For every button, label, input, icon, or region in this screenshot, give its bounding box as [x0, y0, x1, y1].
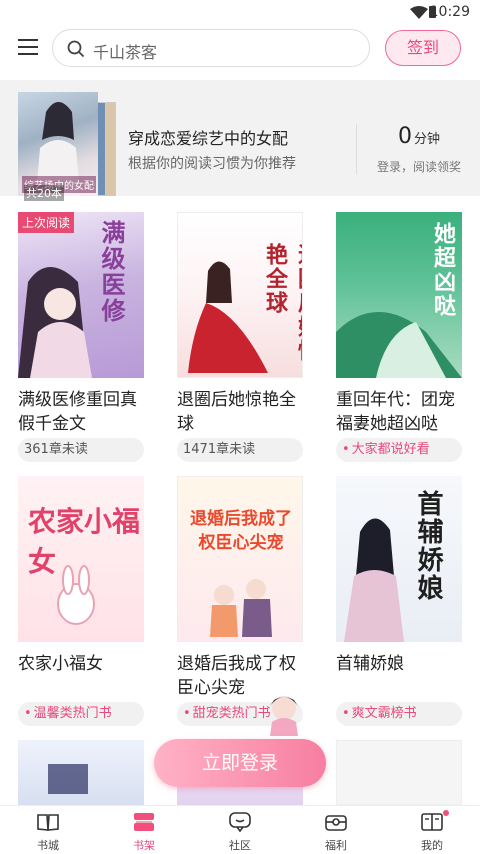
book-title: 满级医修重回真假千金文: [18, 390, 137, 434]
book-cover: 她超凶哒: [336, 212, 462, 378]
search-icon: [67, 40, 85, 58]
book-cover: 退圈后她惊艳全球: [177, 212, 303, 378]
recommend-title: 穿成恋爱综艺中的女配: [128, 129, 289, 148]
cover-title: 她超凶哒: [430, 222, 455, 318]
book-title: 首辅娇娘: [336, 654, 404, 674]
book-info: 1471章未读: [177, 438, 303, 462]
recommend-banner[interactable]: 综艺场中的女配 共20本 穿成恋爱综艺中的女配 根据你的阅读习惯为你推荐 0 分钟…: [0, 80, 480, 201]
cover-illustration: [210, 579, 272, 637]
minutes-value: 0: [397, 124, 412, 149]
bookshelf-icon: [134, 813, 154, 831]
book-cover-partial[interactable]: [18, 740, 144, 805]
login-button[interactable]: 立即登录: [154, 739, 326, 787]
book-card[interactable]: 首辅娇娘 首辅娇娘 爽文霸榜书: [336, 476, 462, 726]
divider: [356, 124, 357, 174]
book-cover: 农家小福女: [18, 476, 144, 642]
nav-item-welfare[interactable]: 福利: [288, 806, 384, 854]
minutes-unit: 分钟: [413, 132, 440, 147]
book-open-icon: [37, 814, 59, 831]
cover-title: 农家小福女: [28, 505, 141, 578]
reading-minutes[interactable]: 0 分钟: [358, 124, 480, 149]
book-title: 重回年代：团宠福妻她超凶哒: [336, 390, 455, 434]
nav-item-community[interactable]: 社区: [192, 806, 288, 854]
status-time: 10:29: [429, 4, 470, 20]
last-read-tag: 上次阅读: [18, 212, 75, 233]
cover-title: 满级医修: [97, 220, 125, 324]
book-title: 退圈后她惊艳全球: [177, 390, 296, 434]
notification-dot: [443, 810, 449, 816]
mascot-icon: [270, 696, 298, 736]
menu-icon[interactable]: [18, 39, 38, 55]
login-reward-note[interactable]: 登录，阅读领奖: [358, 158, 480, 175]
search-input[interactable]: 千山茶客: [52, 29, 370, 67]
gift-icon: [325, 815, 347, 831]
book-info: 361章未读: [18, 438, 144, 462]
search-placeholder: 千山茶客: [93, 43, 158, 62]
book-card[interactable]: 农家小福女 农家小福女 温馨类热门书: [18, 476, 144, 726]
book-card[interactable]: 退圈后她惊艳全球 退圈后她惊艳全球 1471章未读: [177, 212, 303, 462]
nav-label: 书架: [133, 839, 155, 852]
nav-label: 书城: [37, 839, 59, 852]
chat-icon: [229, 812, 251, 832]
cover-title: 退婚后我成了权臣心尖宠: [190, 509, 292, 553]
book-card[interactable]: 满级医修 上次阅读 满级医修重回真假千金文 361章未读: [18, 212, 144, 462]
nav-item-bookshelf[interactable]: 书架: [96, 806, 192, 854]
book-card[interactable]: 退婚后我成了权臣心尖宠 退婚后我成了权臣心尖宠 甜宠类热门书: [177, 476, 303, 726]
book-cover: 满级医修 上次阅读: [18, 212, 144, 378]
recommend-subtitle: 根据你的阅读习惯为你推荐: [128, 156, 296, 172]
recommend-covers[interactable]: 综艺场中的女配 共20本: [18, 88, 118, 201]
book-info: 温馨类热门书: [18, 702, 144, 726]
nav-label: 社区: [229, 839, 251, 852]
book-cover-partial[interactable]: [336, 740, 462, 805]
bottom-nav: 书城 书架 社区 福利 我的: [0, 805, 480, 853]
book-info: 大家都说好看: [336, 438, 462, 462]
nav-item-mine[interactable]: 我的: [384, 806, 480, 854]
nav-label: 我的: [421, 839, 443, 852]
cover-title: 首辅娇娘: [413, 490, 443, 602]
book-cover: 首辅娇娘: [336, 476, 462, 642]
cover-illustration: [48, 764, 88, 794]
book-cover: 退婚后我成了权臣心尖宠: [177, 476, 303, 642]
nav-label: 福利: [325, 839, 347, 852]
book-title: 农家小福女: [18, 654, 103, 674]
recommend-cover: 综艺场中的女配: [18, 92, 98, 196]
wifi-icon: [410, 6, 428, 19]
top-bar: 千山茶客 签到: [0, 26, 480, 70]
recommend-count: 共20本: [24, 185, 64, 201]
status-bar: 10:29: [0, 0, 480, 26]
book-card[interactable]: 她超凶哒 重回年代：团宠福妻她超凶哒 大家都说好看: [336, 212, 462, 462]
profile-book-icon: [421, 813, 443, 831]
nav-item-bookstore[interactable]: 书城: [0, 806, 96, 854]
cover-title: 退圈后她惊艳全球: [262, 243, 302, 363]
book-info: 爽文霸榜书: [336, 702, 462, 726]
signin-button[interactable]: 签到: [385, 30, 461, 66]
